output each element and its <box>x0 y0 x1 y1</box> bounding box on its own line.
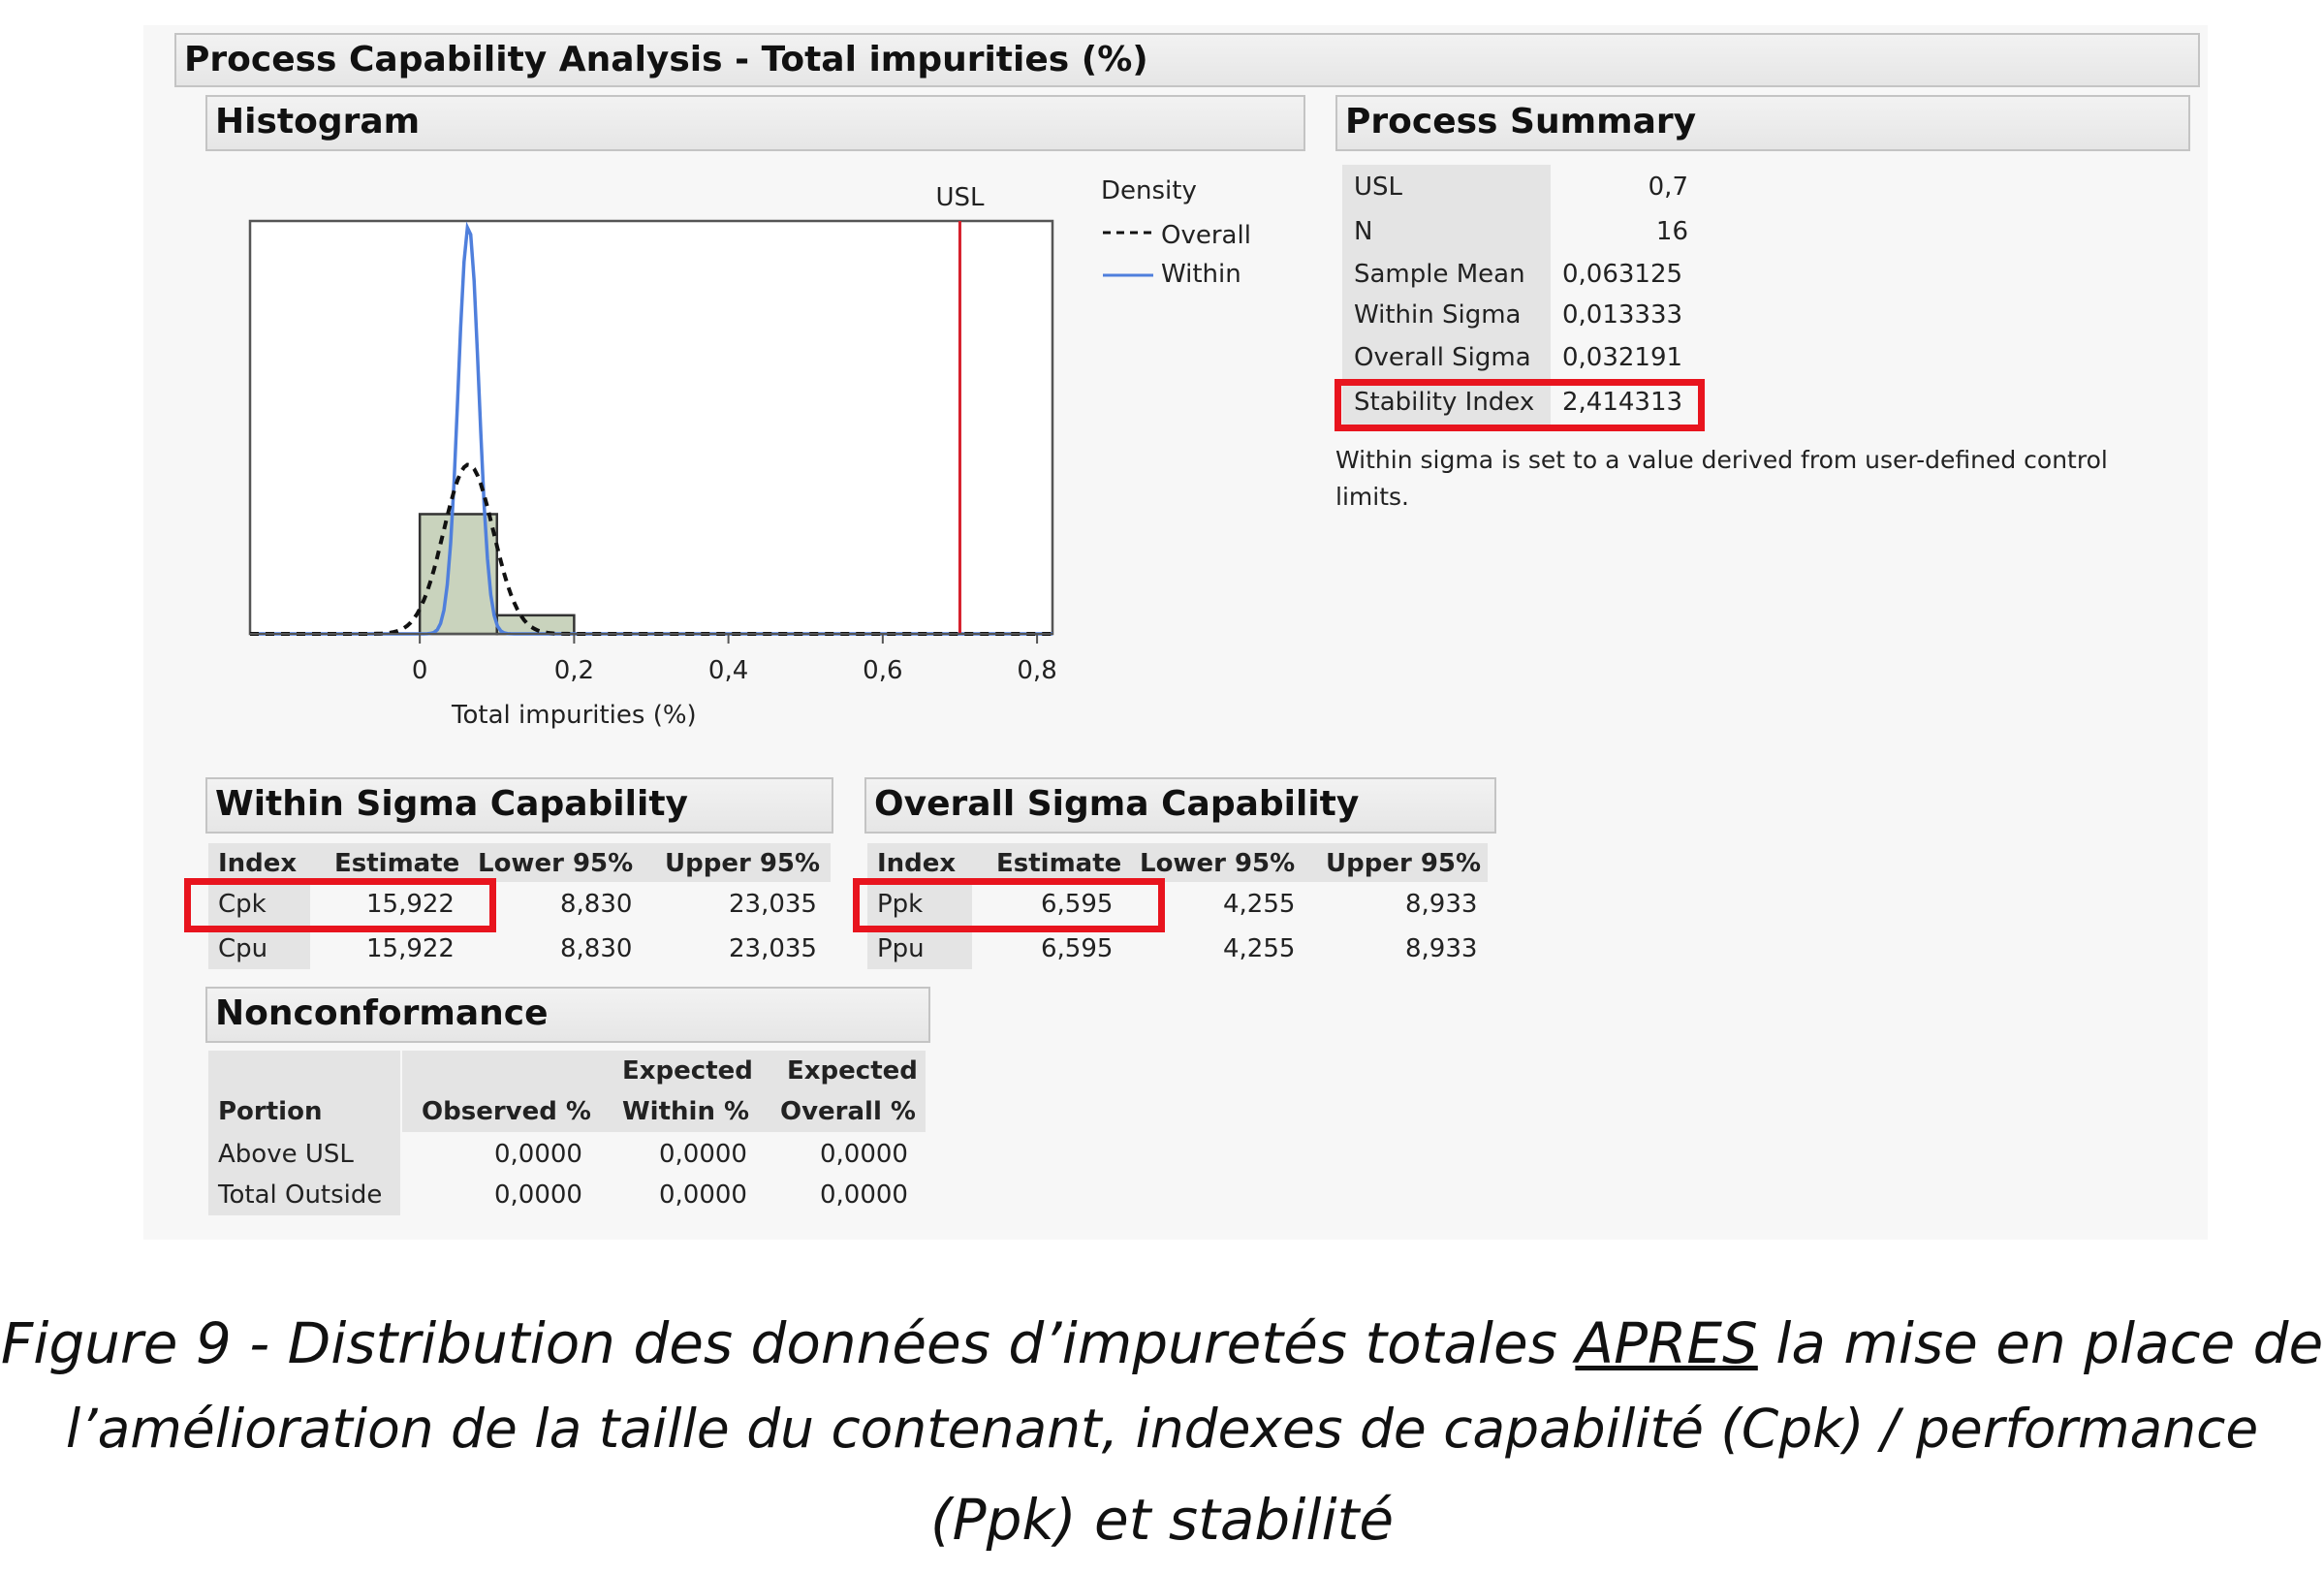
cpk-highlight <box>184 878 496 932</box>
overall-col-index: Index <box>877 849 957 878</box>
process-summary-note-line1: Within sigma is set to a value derived f… <box>1335 446 2108 474</box>
histogram-chart: USL 0 0,2 0,4 0,6 0,8 Total impurities (%) <box>248 183 1057 730</box>
nonconformance-header[interactable]: Nonconformance <box>205 987 930 1043</box>
nonconf-col-expected-within-2: Within % <box>622 1097 750 1126</box>
ppk-highlight <box>853 878 1165 932</box>
overall-capability-header[interactable]: Overall Sigma Capability <box>864 777 1496 834</box>
overall-col-estimate: Estimate <box>996 849 1122 878</box>
histogram-header[interactable]: Histogram <box>205 95 1305 151</box>
process-summary-note-line2: limits. <box>1335 483 1409 511</box>
nonconf-col-portion: Portion <box>218 1097 323 1126</box>
nonconf-col-expected-overall-1: Expected <box>787 1056 918 1086</box>
process-summary-header[interactable]: Process Summary <box>1335 95 2190 151</box>
nonconf-row-above-usl-portion: Above USL <box>218 1140 354 1169</box>
within-row-cpu-upper95: 23,035 <box>729 934 817 963</box>
figure-caption-line2: l’amélioration de la taille du contenant… <box>65 1398 2259 1460</box>
within-col-estimate: Estimate <box>334 849 460 878</box>
within-row-cpk-upper95: 23,035 <box>729 890 817 919</box>
within-row-cpu-estimate: 15,922 <box>366 934 455 963</box>
within-row-cpu-index: Cpu <box>218 934 268 963</box>
nonconf-row-total-outside-observed: 0,0000 <box>494 1180 582 1210</box>
overall-col-lower95: Lower 95% <box>1140 849 1296 878</box>
legend-within-label: Within <box>1161 260 1241 289</box>
summary-value-within-sigma: 0,013333 <box>1562 300 1683 330</box>
legend-overall-label: Overall <box>1161 221 1251 250</box>
summary-value-overall-sigma: 0,032191 <box>1562 343 1683 372</box>
summary-label-within-sigma: Within Sigma <box>1354 300 1522 330</box>
overall-row-ppu-index: Ppu <box>877 934 925 963</box>
within-row-cpu-lower95: 8,830 <box>560 934 633 963</box>
overall-row-ppk-upper95: 8,933 <box>1405 890 1478 919</box>
within-capability-header[interactable]: Within Sigma Capability <box>205 777 833 834</box>
summary-value-usl: 0,7 <box>1648 173 1688 202</box>
caption-line1-post: la mise en place de <box>1757 1310 2324 1376</box>
overall-col-upper95: Upper 95% <box>1326 849 1482 878</box>
nonconf-col-expected-overall-2: Overall % <box>780 1097 916 1126</box>
within-col-lower95: Lower 95% <box>478 849 634 878</box>
nonconf-row-total-outside-portion: Total Outside <box>218 1180 383 1210</box>
overall-row-ppu-upper95: 8,933 <box>1405 934 1478 963</box>
summary-label-overall-sigma: Overall Sigma <box>1354 343 1531 372</box>
figure-caption-line1: Figure 9 - Distribution des données d’im… <box>0 1310 2324 1376</box>
legend-title: Density <box>1101 176 1197 205</box>
summary-label-n: N <box>1354 217 1373 246</box>
x-axis-label: Total impurities (%) <box>451 701 697 730</box>
summary-value-n: 16 <box>1655 217 1688 246</box>
nonconf-row-above-usl-observed: 0,0000 <box>494 1140 582 1169</box>
overall-row-ppu-estimate: 6,595 <box>1041 934 1114 963</box>
process-summary-title: Process Summary <box>1345 102 1697 142</box>
plot-frame <box>248 219 1054 636</box>
nonconf-row-above-usl-overall: 0,0000 <box>820 1140 908 1169</box>
x-tick-label-1: 0,2 <box>554 656 594 685</box>
summary-label-usl: USL <box>1354 173 1403 202</box>
nonconf-row-total-outside-within: 0,0000 <box>659 1180 747 1210</box>
summary-value-sample-mean: 0,063125 <box>1562 260 1683 289</box>
legend-within-swatch <box>1103 273 1153 277</box>
summary-label-sample-mean: Sample Mean <box>1354 260 1525 289</box>
usl-label: USL <box>935 183 985 212</box>
x-tick-label-3: 0,6 <box>863 656 902 685</box>
figure-caption-line3: (Ppk) et stabilité <box>929 1487 1395 1553</box>
nonconf-col-expected-within-1: Expected <box>622 1056 753 1086</box>
nonconf-row-total-outside-overall: 0,0000 <box>820 1180 908 1210</box>
stability-index-highlight <box>1335 379 1705 431</box>
within-capability-title: Within Sigma Capability <box>215 784 689 824</box>
x-tick-label-2: 0,4 <box>708 656 748 685</box>
within-row-cpk-lower95: 8,830 <box>560 890 633 919</box>
report-title-header[interactable]: Process Capability Analysis - Total impu… <box>174 33 2200 87</box>
histogram-title: Histogram <box>215 102 421 142</box>
caption-line1-pre: Figure 9 - Distribution des données d’im… <box>0 1310 1576 1376</box>
caption-line1-underlined: APRES <box>1575 1310 1758 1376</box>
within-col-upper95: Upper 95% <box>665 849 821 878</box>
within-col-index: Index <box>218 849 298 878</box>
x-tick-label-4: 0,8 <box>1017 656 1056 685</box>
nonconf-row-above-usl-within: 0,0000 <box>659 1140 747 1169</box>
overall-row-ppk-lower95: 4,255 <box>1223 890 1296 919</box>
nonconformance-title: Nonconformance <box>215 993 549 1033</box>
overall-row-ppu-lower95: 4,255 <box>1223 934 1296 963</box>
overall-capability-title: Overall Sigma Capability <box>874 784 1360 824</box>
report-title: Process Capability Analysis - Total impu… <box>184 40 1148 79</box>
x-tick-label-0: 0 <box>412 656 428 685</box>
legend-overall-swatch <box>1103 231 1153 235</box>
nonconf-col-observed: Observed % <box>422 1097 591 1126</box>
